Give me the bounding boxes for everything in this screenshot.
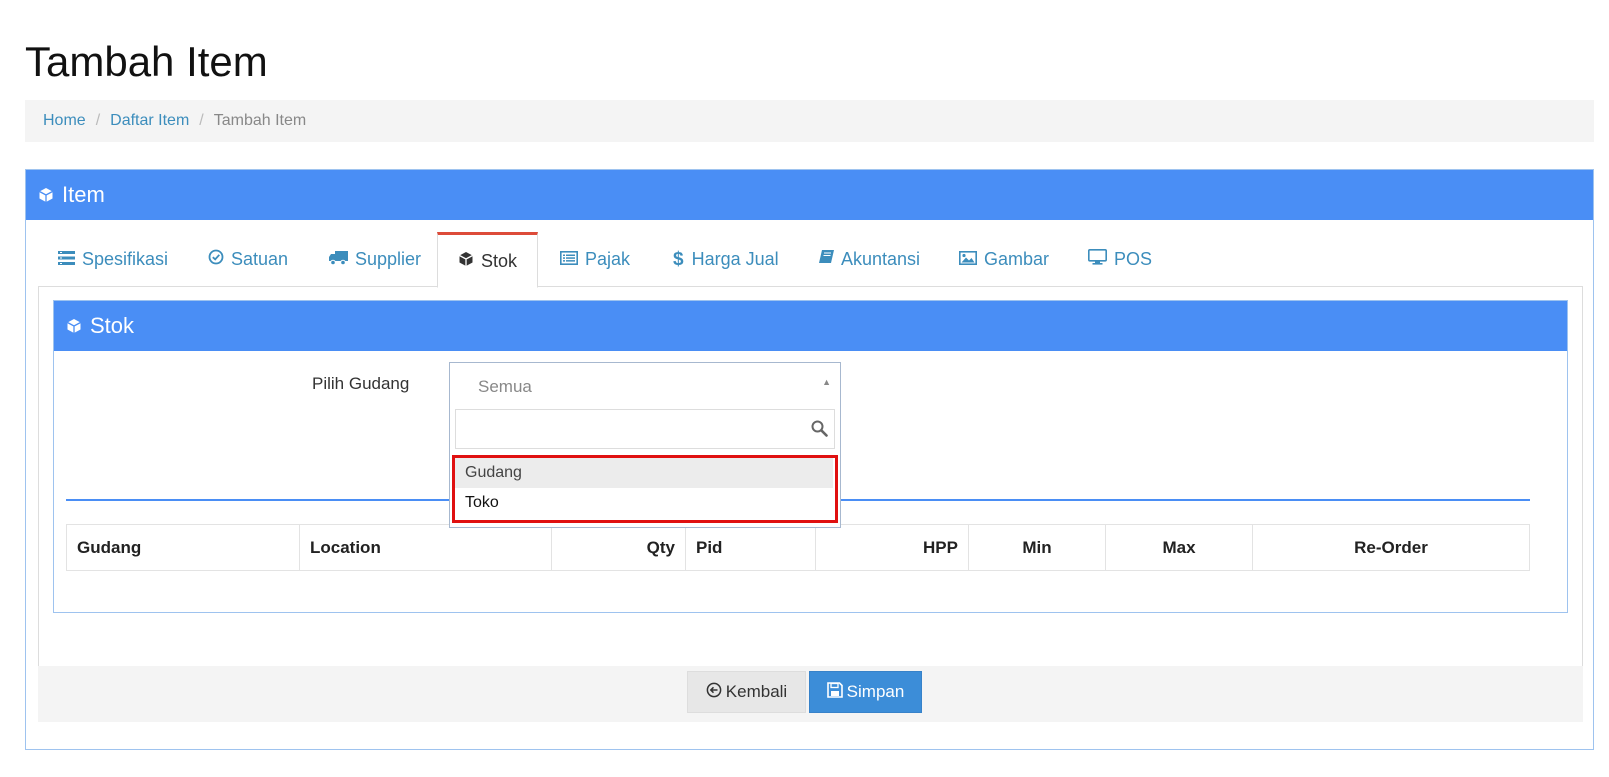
cube-icon: [66, 318, 82, 334]
back-button-label: Kembali: [725, 682, 788, 701]
warehouse-search-input[interactable]: [455, 409, 835, 449]
tab-label: POS: [1114, 249, 1153, 269]
breadcrumb-current: Tambah Item: [213, 112, 307, 129]
arrow-circle-left-icon: [706, 682, 726, 703]
tab-pajak[interactable]: Pajak: [560, 232, 630, 287]
image-icon: [959, 249, 984, 270]
caret-up-icon[interactable]: ▲: [822, 377, 831, 387]
tab-label: Spesifikasi: [82, 249, 169, 269]
tab-satuan[interactable]: Satuan: [208, 232, 288, 287]
tab-pos[interactable]: POS: [1088, 232, 1152, 287]
truck-icon: [329, 249, 355, 270]
col-qty[interactable]: Qty: [551, 524, 686, 571]
tab-label: Supplier: [355, 249, 422, 269]
tab-supplier[interactable]: Supplier: [329, 232, 421, 287]
tab-label: Harga Jual: [691, 249, 779, 269]
page-title: Tambah Item: [25, 38, 268, 85]
book-icon: [819, 249, 841, 270]
options-highlight-box: [452, 455, 838, 523]
tab-label: Akuntansi: [841, 249, 921, 269]
save-button-label: Simpan: [846, 682, 905, 701]
col-re-order[interactable]: Re-Order: [1252, 524, 1530, 571]
breadcrumb-separator: /: [95, 112, 101, 129]
col-pid[interactable]: Pid: [685, 524, 816, 571]
item-tabs: Spesifikasi Satuan Supplier Stok Pajak $…: [38, 232, 1583, 288]
col-gudang[interactable]: Gudang: [66, 524, 300, 571]
back-button[interactable]: Kembali: [687, 671, 806, 713]
tab-label: Gambar: [984, 249, 1050, 269]
tab-label: Stok: [481, 250, 518, 271]
table-header-row: Gudang Location Qty Pid HPP Min Max Re-O…: [66, 524, 1530, 571]
check-circle-icon: [208, 249, 231, 270]
item-box-header: Item: [26, 170, 1593, 220]
list-icon: [58, 249, 82, 270]
tab-stok[interactable]: Stok: [437, 232, 539, 288]
breadcrumb-separator: /: [199, 112, 204, 129]
tab-label: Satuan: [231, 249, 289, 269]
col-min[interactable]: Min: [968, 524, 1106, 571]
tab-spesifikasi[interactable]: Spesifikasi: [58, 232, 168, 287]
col-hpp[interactable]: HPP: [815, 524, 969, 571]
breadcrumb: Home / Daftar Item / Tambah Item: [25, 100, 1594, 142]
tab-akuntansi[interactable]: Akuntansi: [819, 232, 920, 287]
stok-box-title: Stok: [90, 313, 135, 338]
desktop-icon: [1088, 249, 1114, 270]
cube-icon: [458, 251, 481, 272]
cube-icon: [38, 187, 54, 203]
tab-gambar[interactable]: Gambar: [959, 232, 1049, 287]
warehouse-select[interactable]: Semua ▲ Gudang Toko: [449, 362, 841, 528]
warehouse-label: Pilih Gudang: [312, 374, 410, 393]
warehouse-select-value: Semua: [478, 377, 532, 396]
col-location[interactable]: Location: [299, 524, 552, 571]
stok-box-header: Stok: [54, 301, 1567, 351]
save-icon: [826, 681, 847, 703]
col-max[interactable]: Max: [1105, 524, 1253, 571]
item-box-title: Item: [62, 182, 105, 207]
stok-table: Gudang Location Qty Pid HPP Min Max Re-O…: [66, 524, 1530, 571]
save-button[interactable]: Simpan: [809, 671, 922, 713]
form-footer: Kembali Simpan: [38, 666, 1583, 722]
list-alt-icon: [560, 249, 585, 270]
dollar-icon: $: [673, 248, 684, 270]
search-icon: [811, 420, 828, 442]
tab-label: Pajak: [585, 249, 631, 269]
breadcrumb-home-link[interactable]: Home: [43, 112, 86, 130]
breadcrumb-daftar-item-link[interactable]: Daftar Item: [110, 112, 189, 130]
tab-harga-jual[interactable]: $ Harga Jual: [673, 232, 779, 287]
